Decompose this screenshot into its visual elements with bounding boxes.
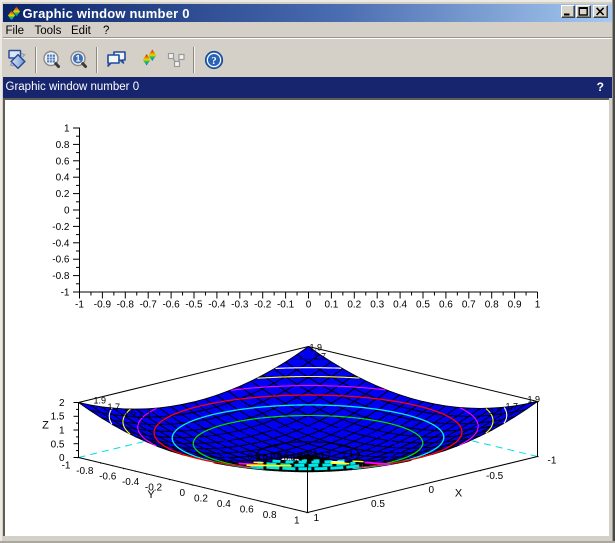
svg-text:-0.4: -0.4 [52, 238, 70, 249]
svg-text:-0.1: -0.1 [277, 300, 295, 311]
svg-text:0.6: 0.6 [56, 156, 70, 167]
svg-text:2: 2 [59, 398, 65, 409]
svg-text:0.6: 0.6 [439, 300, 453, 311]
svg-text:Z: Z [42, 420, 49, 432]
svg-text:0.2: 0.2 [194, 494, 208, 505]
svg-text:0.2: 0.2 [56, 189, 70, 200]
svg-text:?: ? [211, 55, 217, 67]
svg-text:-0.8: -0.8 [52, 271, 70, 282]
svg-text:Y: Y [147, 489, 155, 501]
svg-text:0.2: 0.2 [347, 300, 361, 311]
svg-text:-0.4: -0.4 [208, 300, 226, 311]
svg-text:1: 1 [75, 54, 80, 64]
svg-text:0: 0 [429, 485, 435, 496]
svg-text:0.7: 0.7 [263, 453, 276, 463]
svg-text:0: 0 [179, 488, 185, 499]
svg-text:0.4: 0.4 [217, 499, 231, 510]
svg-text:0.9: 0.9 [508, 300, 522, 311]
svg-text:-1: -1 [61, 288, 70, 299]
svg-text:0.3: 0.3 [370, 300, 384, 311]
svg-text:-1: -1 [75, 300, 84, 311]
svg-text:-0.6: -0.6 [162, 300, 180, 311]
svg-text:1.7: 1.7 [314, 352, 327, 362]
svg-text:0.4: 0.4 [56, 173, 70, 184]
svg-text:-0.5: -0.5 [486, 471, 504, 482]
svg-text:0.4: 0.4 [393, 300, 407, 311]
svg-text:-1: -1 [548, 456, 557, 467]
svg-text:0: 0 [306, 300, 312, 311]
svg-text:0.6: 0.6 [240, 505, 254, 516]
svg-text:0.1: 0.1 [313, 452, 326, 462]
svg-text:0.5: 0.5 [416, 300, 430, 311]
svg-text:1: 1 [314, 513, 320, 524]
svg-text:X: X [455, 488, 463, 500]
svg-text:0: 0 [64, 206, 70, 217]
svg-text:0.8: 0.8 [56, 140, 70, 151]
svg-text:1.9: 1.9 [94, 396, 107, 406]
svg-text:-0.8: -0.8 [76, 466, 94, 477]
svg-text:-0.2: -0.2 [52, 222, 70, 233]
svg-text:0.3: 0.3 [301, 452, 314, 462]
svg-text:0.9: 0.9 [277, 451, 290, 461]
svg-text:1: 1 [64, 124, 70, 135]
svg-text:-1: -1 [62, 461, 71, 472]
svg-text:-0.2: -0.2 [254, 300, 272, 311]
svg-text:0.5: 0.5 [51, 439, 65, 450]
svg-text:-0.9: -0.9 [94, 300, 112, 311]
svg-text:1.5: 1.5 [124, 408, 137, 418]
svg-text:1.7: 1.7 [506, 402, 519, 412]
svg-text:1: 1 [535, 300, 541, 311]
svg-text:0.1: 0.1 [324, 300, 338, 311]
svg-text:1.5: 1.5 [490, 406, 503, 416]
svg-text:1.9: 1.9 [528, 395, 541, 405]
svg-text:1.5: 1.5 [51, 412, 65, 423]
svg-text:-0.3: -0.3 [231, 300, 249, 311]
svg-text:0.7: 0.7 [462, 300, 476, 311]
svg-text:-0.5: -0.5 [185, 300, 203, 311]
svg-text:0.8: 0.8 [263, 510, 277, 521]
svg-text:1: 1 [59, 426, 65, 437]
svg-text:-0.8: -0.8 [117, 300, 135, 311]
svg-text:0.8: 0.8 [485, 300, 499, 311]
svg-text:0.5: 0.5 [371, 499, 385, 510]
svg-text:1.3: 1.3 [139, 410, 152, 420]
svg-text:1.1: 1.1 [342, 450, 355, 460]
svg-text:-0.6: -0.6 [52, 255, 70, 266]
svg-text:-0.4: -0.4 [122, 477, 140, 488]
svg-text:0.3: 0.3 [248, 452, 261, 462]
svg-text:-0.6: -0.6 [99, 472, 117, 483]
svg-text:1: 1 [294, 516, 300, 527]
svg-text:1.7: 1.7 [108, 402, 121, 412]
svg-text:-0.7: -0.7 [140, 300, 158, 311]
